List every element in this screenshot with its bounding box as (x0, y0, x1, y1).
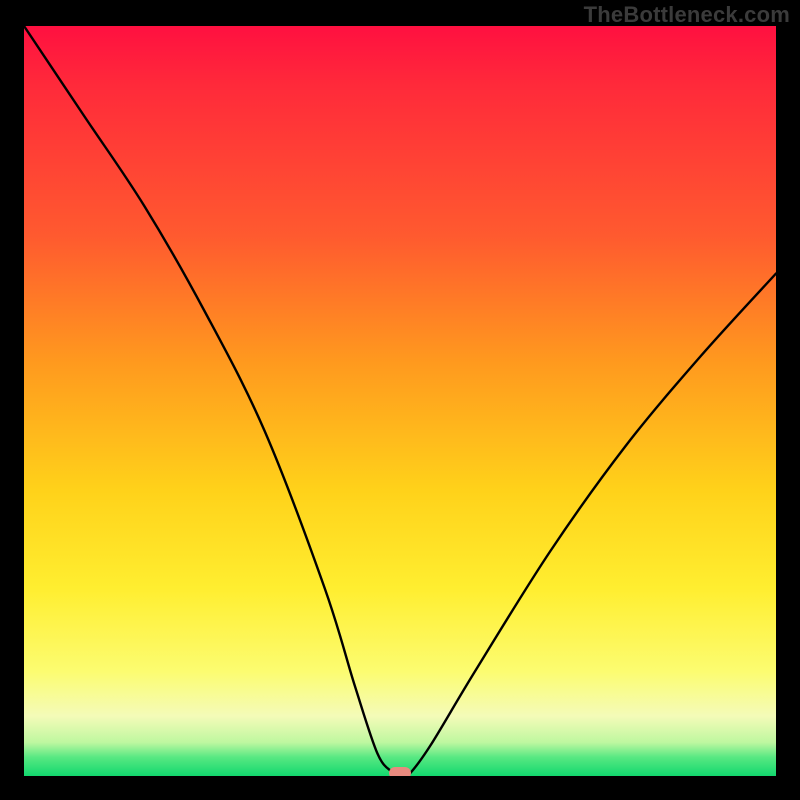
plot-area (24, 26, 776, 776)
watermark-label: TheBottleneck.com (584, 2, 790, 28)
chart-frame: TheBottleneck.com (0, 0, 800, 800)
bottleneck-curve (24, 26, 776, 776)
optimal-point-marker (389, 767, 411, 776)
